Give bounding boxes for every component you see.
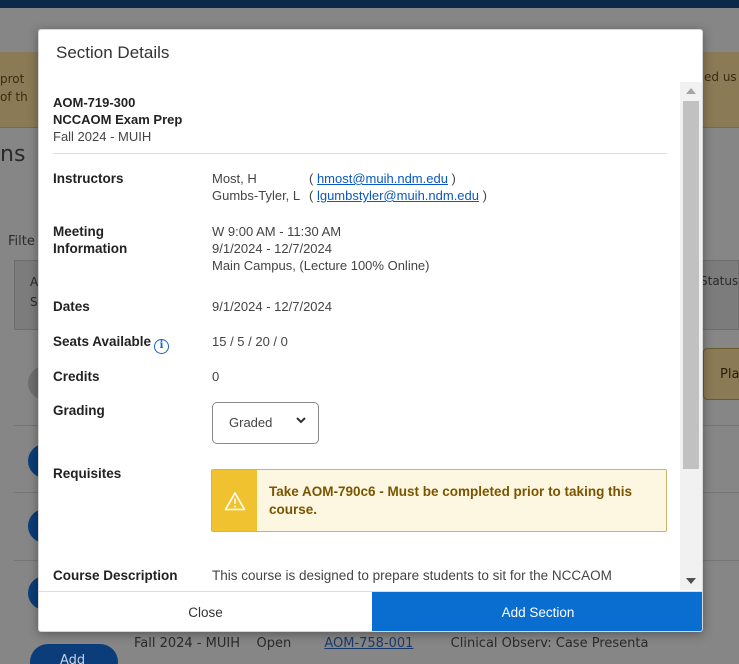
dialog-content: AOM-719-300 NCCAOM Exam Prep Fall 2024 -…: [53, 94, 667, 583]
instructor-entry: Most, H( hmost@muih.ndm.edu ): [212, 171, 456, 186]
scroll-down-arrow-icon[interactable]: [686, 578, 696, 584]
dates-label: Dates: [53, 299, 90, 314]
seats-value: 15 / 5 / 20 / 0: [212, 334, 288, 349]
add-section-button[interactable]: Add Section: [372, 592, 702, 631]
meeting-location: Main Campus, (Lecture 100% Online): [212, 258, 430, 273]
course-description-text: This course is designed to prepare stude…: [212, 568, 612, 583]
instructor-email-link[interactable]: hmost@muih.ndm.edu: [317, 171, 448, 186]
scroll-up-arrow-icon[interactable]: [686, 88, 696, 94]
instructor-list: Most, H( hmost@muih.ndm.edu ) Gumbs-Tyle…: [212, 170, 487, 204]
grading-label: Grading: [53, 403, 105, 418]
dialog-title: Section Details: [56, 43, 170, 62]
meeting-time: W 9:00 AM - 11:30 AM: [212, 224, 342, 239]
notice-text-left: prot of th: [0, 72, 28, 104]
divider: [53, 153, 667, 154]
section-details-dialog: Section Details AOM-719-300 NCCAOM Exam …: [38, 29, 703, 632]
instructor-name: Most, H: [212, 171, 257, 186]
instructor-entry: Gumbs-Tyler, L( lgumbstyler@muih.ndm.edu…: [212, 188, 487, 203]
requisite-warning: Take AOM-790c6 - Must be completed prior…: [211, 469, 667, 532]
dates-value: 9/1/2024 - 12/7/2024: [212, 299, 332, 314]
instructors-label: Instructors: [53, 171, 124, 186]
dialog-scrollbar[interactable]: [680, 82, 702, 590]
scrollbar-thumb[interactable]: [683, 101, 699, 469]
table-row: Fall 2024 - MUIH Open AOM-758-001 Clinic…: [134, 636, 649, 651]
instructor-name: Gumbs-Tyler, L: [212, 188, 301, 203]
requisites-label: Requisites: [53, 466, 122, 481]
dialog-scroll-area[interactable]: AOM-719-300 NCCAOM Exam Prep Fall 2024 -…: [39, 82, 702, 594]
status-column-header: Status: [700, 274, 739, 288]
top-navigation-bar: [0, 0, 739, 8]
seats-label: Seats Available i: [53, 333, 170, 354]
instructor-email-link[interactable]: lgumbstyler@muih.ndm.edu: [317, 188, 479, 203]
warning-stripe: [212, 470, 257, 531]
credits-label: Credits: [53, 369, 100, 384]
info-circle-icon[interactable]: i: [154, 339, 170, 354]
course-description-label: Course Description: [53, 568, 178, 583]
close-button[interactable]: Close: [39, 592, 372, 631]
course-code: AOM-719-300: [53, 95, 136, 110]
dialog-footer: Close Add Section: [39, 591, 702, 631]
course-name: NCCAOM Exam Prep: [53, 112, 183, 127]
requisite-text: Take AOM-790c6 - Must be completed prior…: [269, 484, 633, 517]
meeting-info-label: Meeting Information: [53, 224, 128, 256]
plan-button[interactable]: Pla: [703, 348, 739, 400]
section-heading: ns: [0, 142, 26, 167]
add-button[interactable]: Add: [30, 644, 118, 664]
notice-text-right: ed us: [704, 70, 737, 84]
meeting-dates: 9/1/2024 - 12/7/2024: [212, 241, 332, 256]
warning-triangle-icon: [224, 492, 246, 511]
meeting-info-value: W 9:00 AM - 11:30 AM 9/1/2024 - 12/7/202…: [212, 223, 430, 274]
chevron-down-icon: [295, 414, 307, 429]
grading-select[interactable]: Graded: [212, 402, 319, 444]
grading-selected-value: Graded: [229, 415, 273, 430]
credits-value: 0: [212, 369, 220, 384]
course-term: Fall 2024 - MUIH: [53, 129, 152, 144]
filter-label: Filte: [8, 234, 35, 249]
table-header-label: A S: [30, 275, 39, 309]
section-link[interactable]: AOM-758-001: [324, 636, 413, 651]
